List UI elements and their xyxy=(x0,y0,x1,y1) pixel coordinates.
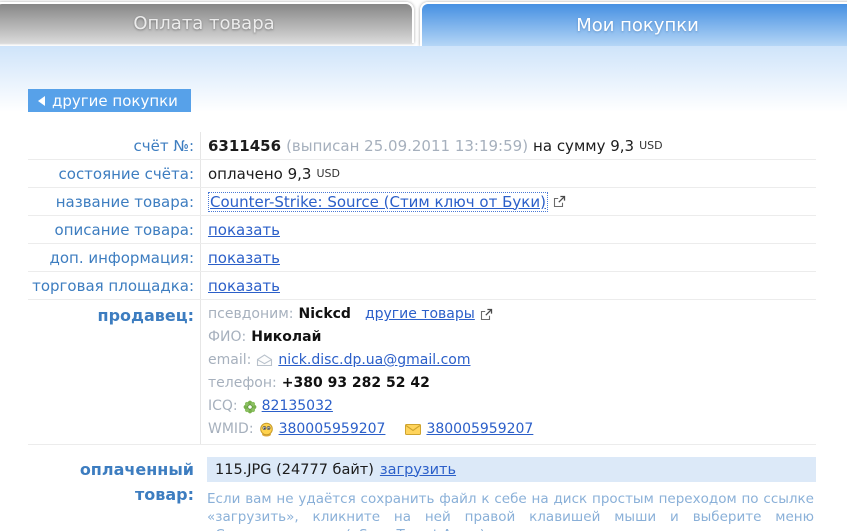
row-value: Counter-Strike: Source (Стим ключ от Бук… xyxy=(200,188,816,215)
row-label: доп. информация: xyxy=(49,248,194,267)
tab-my-purchases[interactable]: Мои покупки xyxy=(420,2,847,46)
wmid-label: WMID: xyxy=(208,421,254,437)
back-arrow-icon xyxy=(38,95,45,106)
table-row-product-name: название товара: Counter-Strike: Source … xyxy=(28,188,816,216)
download-help-text: Если вам не удаётся сохранить файл к себ… xyxy=(207,491,814,531)
invoice-amount: на сумму 9,3 xyxy=(533,136,635,155)
phone-label: телефон: xyxy=(208,375,277,391)
seller-icq-link[interactable]: 82135032 xyxy=(262,395,333,418)
seller-icq-line: ICQ: 82135032 xyxy=(208,395,816,418)
paid-file-band: 115.JPG (24777 байт) загрузить xyxy=(207,457,816,482)
row-label: название товара: xyxy=(55,192,194,211)
other-purchases-label: другие покупки xyxy=(52,91,178,110)
invoice-issued: (выписан 25.09.2011 13:19:59) xyxy=(286,136,529,155)
tab-payment[interactable]: Оплата товара xyxy=(0,2,414,43)
icq-flower-icon xyxy=(243,400,257,414)
table-row-seller: продавец: псевдоним: Nickcd другие товар… xyxy=(28,300,816,445)
seller-details: псевдоним: Nickcd другие товары ФИО: Ник… xyxy=(200,300,816,444)
seller-email-link[interactable]: nick.disc.dp.ua@gmail.com xyxy=(278,349,470,372)
seller-wm-mail-link[interactable]: 380005959207 xyxy=(426,418,533,441)
row-label: описание товара: xyxy=(54,220,194,239)
seller-phone-line: телефон: +380 93 282 52 42 xyxy=(208,372,816,395)
product-name-link[interactable]: Counter-Strike: Source (Стим ключ от Бук… xyxy=(208,191,548,212)
state-currency: USD xyxy=(316,167,340,180)
show-marketplace-link[interactable]: показать xyxy=(208,277,280,295)
row-value: оплачено 9,3 USD xyxy=(200,160,816,187)
download-link[interactable]: загрузить xyxy=(380,462,456,478)
seller-label: продавец: xyxy=(97,306,194,325)
fio-label: ФИО: xyxy=(208,329,247,345)
table-row-marketplace: торговая площадка: показать xyxy=(28,272,816,300)
webmoney-keeper-icon xyxy=(259,422,274,437)
purchase-info-table: счёт №: 6311456 (выписан 25.09.2011 13:1… xyxy=(28,132,816,445)
wm-mail-icon xyxy=(405,424,422,435)
paid-item-section: оплаченный товар: 115.JPG (24777 байт) з… xyxy=(28,457,816,531)
row-label: счёт №: xyxy=(133,136,195,155)
seller-nickname-line: псевдоним: Nickcd другие товары xyxy=(208,303,816,326)
seller-email-line: email: nick.disc.dp.ua@gmail.com xyxy=(208,349,816,372)
email-label: email: xyxy=(208,352,252,368)
state-value: оплачено 9,3 xyxy=(208,164,312,183)
seller-wmid-link[interactable]: 380005959207 xyxy=(279,418,386,441)
row-value: показать xyxy=(200,272,816,299)
table-row-invoice: счёт №: 6311456 (выписан 25.09.2011 13:1… xyxy=(28,132,816,160)
row-label: торговая площадка: xyxy=(32,276,194,295)
paid-item-label: оплаченный товар: xyxy=(79,460,194,504)
seller-phone: +380 93 282 52 42 xyxy=(281,375,430,391)
table-row-state: состояние счёта: оплачено 9,3 USD xyxy=(28,160,816,188)
table-row-description: описание товара: показать xyxy=(28,216,816,244)
row-value: показать xyxy=(200,244,816,271)
external-link-icon[interactable] xyxy=(553,195,566,208)
tab-my-purchases-label: Мои покупки xyxy=(576,14,699,36)
seller-fio-line: ФИО: Николай xyxy=(208,326,816,349)
icq-label: ICQ: xyxy=(208,398,238,414)
seller-fio: Николай xyxy=(251,329,322,345)
row-value: показать xyxy=(200,216,816,243)
seller-nickname: Nickcd xyxy=(298,306,351,322)
external-link-icon[interactable] xyxy=(480,308,493,321)
envelope-icon xyxy=(256,354,273,367)
row-label: состояние счёта: xyxy=(58,164,194,183)
show-description-link[interactable]: показать xyxy=(208,221,280,239)
tab-payment-label: Оплата товара xyxy=(133,13,275,34)
tab-bar: Оплата товара Мои покупки xyxy=(0,0,847,46)
invoice-number: 6311456 xyxy=(208,136,282,155)
invoice-currency: USD xyxy=(639,139,663,152)
paid-item-content: 115.JPG (24777 байт) загрузить Если вам … xyxy=(207,457,816,531)
nickname-label: псевдоним: xyxy=(208,306,294,322)
paid-file-name: 115.JPG (24777 байт) xyxy=(215,461,374,478)
other-purchases-button[interactable]: другие покупки xyxy=(28,89,191,112)
show-extra-info-link[interactable]: показать xyxy=(208,249,280,267)
row-value: 6311456 (выписан 25.09.2011 13:19:59) на… xyxy=(200,132,816,159)
page: Оплата товара Мои покупки другие покупки… xyxy=(0,0,847,531)
table-row-extra-info: доп. информация: показать xyxy=(28,244,816,272)
other-goods-link[interactable]: другие товары xyxy=(365,303,475,326)
seller-wmid-line: WMID: 380005959207 380005959207 xyxy=(208,418,816,441)
